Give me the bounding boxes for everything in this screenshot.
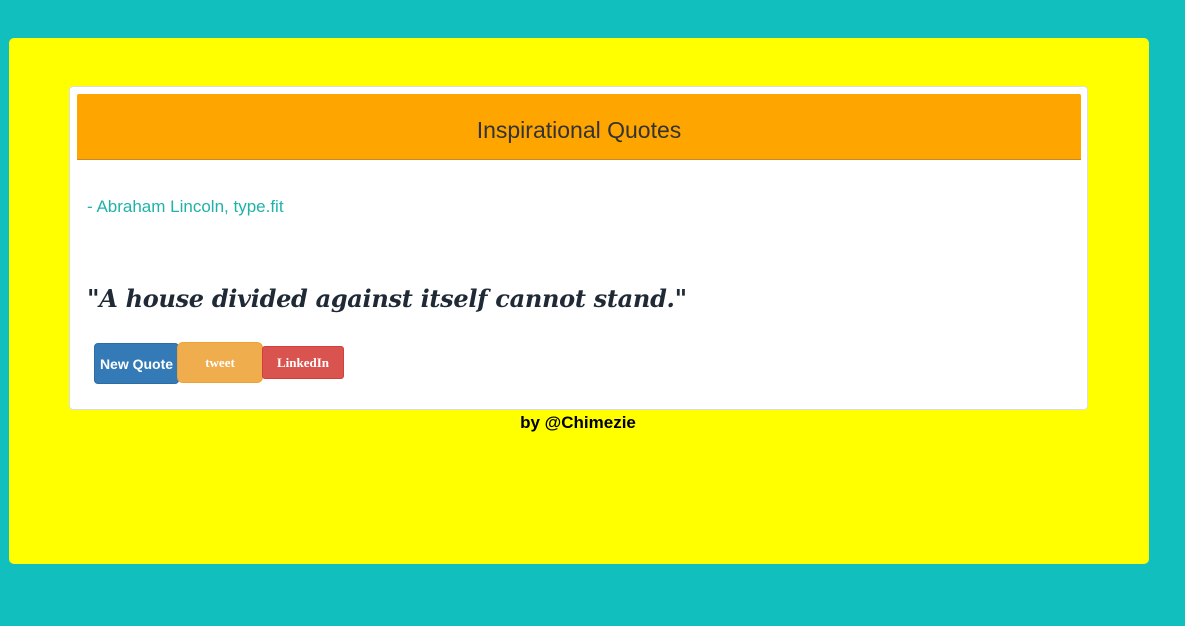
quote-card: Inspirational Quotes - Abraham Lincoln, … [69,86,1088,410]
tweet-button[interactable]: tweet [177,342,263,383]
author-byline: by @Chimezie [520,413,636,432]
card-header: Inspirational Quotes [77,94,1081,160]
quote-text: "A house divided against itself cannot s… [87,284,687,313]
linkedin-button[interactable]: LinkedIn [262,346,344,379]
new-quote-button[interactable]: New Quote [94,343,179,384]
page-title: Inspirational Quotes [476,117,682,143]
yellow-panel: Inspirational Quotes - Abraham Lincoln, … [9,38,1149,564]
page: { "header": { "title": "Inspirational Qu… [0,0,1185,626]
quote-author: - Abraham Lincoln, type.fit [87,197,284,216]
